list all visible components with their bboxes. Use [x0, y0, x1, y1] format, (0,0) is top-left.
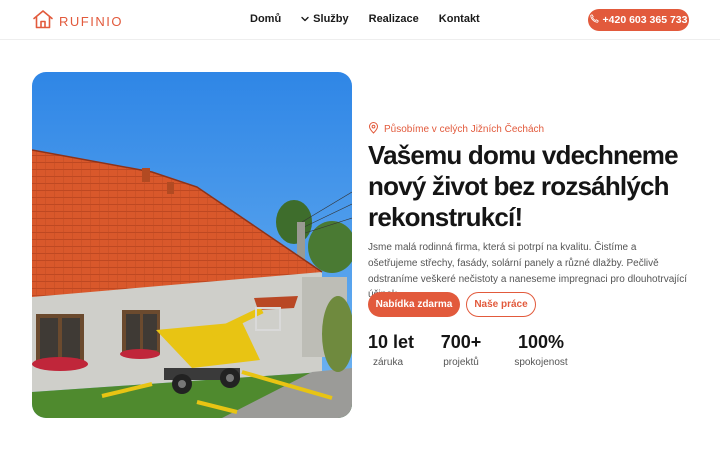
phone-number: +420 603 365 733	[602, 14, 688, 26]
map-pin-icon	[368, 122, 379, 137]
hero-photo	[32, 72, 352, 418]
logo[interactable]: RUFINIO	[32, 9, 123, 34]
location-tag: Působíme v celých Jižních Čechách	[368, 122, 544, 137]
phone-icon	[589, 14, 599, 26]
stat-label: záruka	[372, 357, 403, 368]
nav-item-projects[interactable]: Realizace	[369, 13, 419, 25]
location-text: Působíme v celých Jižních Čechách	[384, 124, 545, 135]
site-header: RUFINIO Domů Služby Realizace Kontakt +4…	[0, 0, 720, 40]
phone-button[interactable]: +420 603 365 733	[588, 9, 689, 31]
logo-text: RUFINIO	[59, 14, 123, 29]
main-nav: Domů Služby Realizace Kontakt	[250, 13, 480, 25]
stat-value: 100%	[517, 332, 565, 352]
nav-item-home[interactable]: Domů	[250, 13, 281, 25]
stat-warranty: 10 let záruka	[368, 332, 415, 368]
stat-projects: 700+ projektů	[440, 332, 482, 368]
stat-satisfaction: 100% spokojenost	[512, 332, 570, 368]
nav-item-services-label: Služby	[313, 13, 349, 25]
our-work-button[interactable]: Naše práce	[466, 292, 536, 317]
stat-value: 700+	[440, 332, 482, 352]
free-quote-button[interactable]: Nabídka zdarma	[368, 292, 460, 317]
house-icon	[32, 9, 54, 34]
nav-item-contact[interactable]: Kontakt	[439, 13, 480, 25]
stat-value: 10 let	[368, 332, 415, 352]
stat-label: spokojenost	[514, 357, 568, 368]
chevron-down-icon	[301, 16, 309, 22]
stat-label: projektů	[443, 357, 479, 368]
hero-headline: Vašemu domu vdechneme nový život bez roz…	[368, 140, 679, 232]
nav-item-services[interactable]: Služby	[301, 13, 349, 25]
